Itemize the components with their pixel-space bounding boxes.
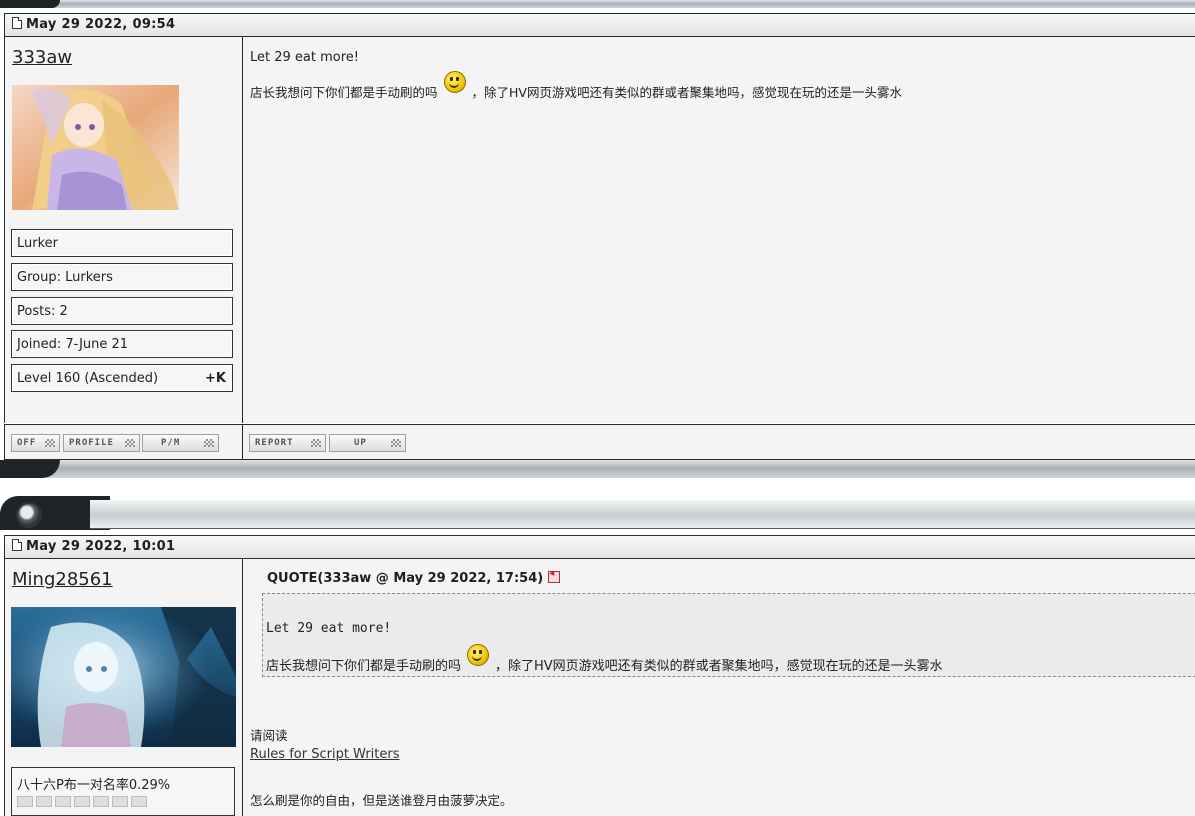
post-timestamp: May 29 2022, 09:54 xyxy=(26,17,176,32)
user-title: Lurker xyxy=(11,229,233,257)
top-chrome-cap xyxy=(0,0,60,8)
smiley-icon xyxy=(443,71,466,93)
author-name-link[interactable]: 333aw xyxy=(12,47,72,68)
rank-pip xyxy=(17,796,33,807)
post-line-1: Let 29 eat more! xyxy=(250,50,359,65)
top-chrome-bar xyxy=(0,0,1195,8)
smiley-icon xyxy=(467,644,490,666)
rank-pip xyxy=(55,796,71,807)
post-header: May 29 2022, 10:01 xyxy=(4,535,1195,559)
rank-pip xyxy=(112,796,128,807)
user-posts: Posts: 2 xyxy=(11,297,233,325)
quote-box: Let 29 eat more! 店长我想问下你们都是手动刷的吗 ，除了HV网页游… xyxy=(262,593,1195,677)
checker-icon xyxy=(45,439,55,447)
quote-header: QUOTE(333aw @ May 29 2022, 17:54) xyxy=(267,568,561,586)
profile-label: PROFILE xyxy=(69,438,114,448)
bolt-icon xyxy=(16,502,42,528)
user-title: 八十六P布一对名率0.29% xyxy=(17,778,171,793)
user-group: Group: Lurkers xyxy=(11,263,233,291)
rank-pip xyxy=(131,796,147,807)
user-level: Level 160 (Ascended) +K xyxy=(11,364,233,392)
separator-cap xyxy=(0,460,60,478)
report-label: REPORT xyxy=(255,438,294,448)
post-body: 333aw Lurker Group: Lurkers Posts: 2 Joi… xyxy=(4,37,1195,423)
online-status-label: OFF xyxy=(17,438,37,448)
post-line-2b: ，除了HV网页游戏吧还有类似的群或者聚集地吗，感觉现在玩的还是一头雾水 xyxy=(471,85,902,100)
up-label: UP xyxy=(354,438,367,448)
up-button[interactable]: UP xyxy=(329,434,406,452)
separator-chrome-bottom xyxy=(0,460,1195,478)
checker-icon xyxy=(125,439,135,447)
user-level-text: Level 160 (Ascended) xyxy=(17,371,159,386)
avatar xyxy=(12,85,179,210)
pm-button[interactable]: P/M xyxy=(142,434,219,452)
online-status-button[interactable]: OFF xyxy=(11,434,60,452)
post-timestamp: May 29 2022, 10:01 xyxy=(26,539,176,554)
author-column: Ming28561 八十六P布一对名率0.29% xyxy=(5,559,243,816)
rank-pips xyxy=(17,796,150,811)
rank-pip xyxy=(74,796,90,807)
user-joined: Joined: 7-June 21 xyxy=(11,330,233,358)
author-name-link[interactable]: Ming28561 xyxy=(12,569,113,590)
quote-line-2b: ，除了HV网页游戏吧还有类似的群或者聚集地吗，感觉现在玩的还是一头雾水 xyxy=(495,659,943,674)
post-line-2: 店长我想问下你们都是手动刷的吗 ，除了HV网页游戏吧还有类似的群或者聚集地吗，感觉… xyxy=(250,71,902,101)
rules-link[interactable]: Rules for Script Writers xyxy=(250,747,400,762)
page-icon xyxy=(12,17,22,29)
post-content: Let 29 eat more! 店长我想问下你们都是手动刷的吗 ，除了HV网页游… xyxy=(243,37,1195,423)
user-title-box: 八十六P布一对名率0.29% xyxy=(11,767,235,816)
footer-divider xyxy=(242,425,243,459)
separator-gap xyxy=(0,478,1195,496)
rank-pip xyxy=(36,796,52,807)
karma-button[interactable]: +K xyxy=(205,365,226,393)
quote-line-2a: 店长我想问下你们都是手动刷的吗 xyxy=(266,659,462,674)
checker-icon xyxy=(204,439,214,447)
avatar xyxy=(11,607,236,747)
final-line: 怎么刷是你的自由，但是送谁登月由菠萝决定。 xyxy=(250,793,513,808)
quote-jump-icon[interactable] xyxy=(548,568,561,583)
quote-line-1: Let 29 eat more! xyxy=(266,621,392,636)
post-footer: OFF PROFILE P/M REPORT UP xyxy=(4,424,1195,460)
rank-pip xyxy=(93,796,109,807)
post-body: Ming28561 八十六P布一对名率0.29% QUOTE(333aw @ M… xyxy=(4,559,1195,816)
checker-icon xyxy=(391,439,401,447)
page-icon xyxy=(12,539,22,551)
quote-header-text: QUOTE(333aw @ May 29 2022, 17:54) xyxy=(267,571,544,586)
post-line-2a: 店长我想问下你们都是手动刷的吗 xyxy=(250,85,438,100)
post-header: May 29 2022, 09:54 xyxy=(4,13,1195,37)
pm-label: P/M xyxy=(161,438,181,448)
post2-chrome-bar xyxy=(90,500,1195,529)
author-column: 333aw Lurker Group: Lurkers Posts: 2 Joi… xyxy=(5,37,243,423)
profile-button[interactable]: PROFILE xyxy=(63,434,140,452)
report-button[interactable]: REPORT xyxy=(249,434,326,452)
quote-line-2: 店长我想问下你们都是手动刷的吗 ，除了HV网页游戏吧还有类似的群或者聚集地吗，感觉… xyxy=(266,644,943,674)
checker-icon xyxy=(311,439,321,447)
read-prompt: 请阅读 xyxy=(250,728,288,743)
post-content: QUOTE(333aw @ May 29 2022, 17:54) Let 29… xyxy=(243,559,1195,816)
